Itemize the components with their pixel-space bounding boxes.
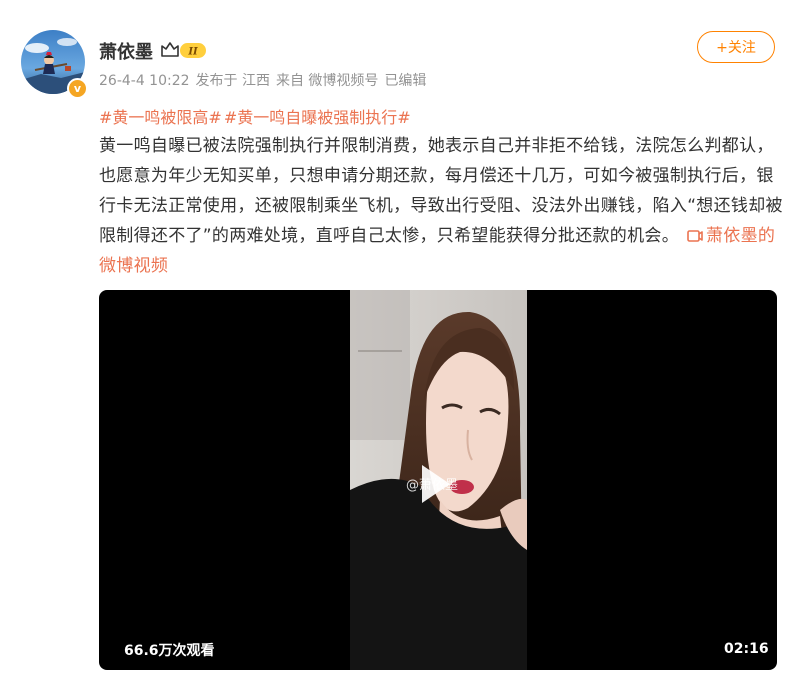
vip-crown-icon[interactable]: II <box>160 40 208 60</box>
view-count: 66.6万次观看 <box>124 643 215 659</box>
topic-tags: #黄一鸣被限高# #黄一鸣自曝被强制执行# <box>99 104 413 128</box>
vip-level-text: II <box>187 47 198 58</box>
video-duration: 02:16 <box>724 641 769 657</box>
video-watermark: @萧依墨 <box>406 478 459 493</box>
post-body: 黄一鸣自曝已被法院强制执行并限制消费，她表示自己并非拒不给钱，法院怎么判都认，也… <box>99 131 785 281</box>
follow-button[interactable]: +关注 <box>697 31 775 63</box>
post-text: 黄一鸣自曝已被法院强制执行并限制消费，她表示自己并非拒不给钱，法院怎么判都认，也… <box>99 136 783 246</box>
post-location: 发布于 江西 <box>195 73 270 89</box>
edited-label[interactable]: 已编辑 <box>384 73 426 89</box>
post-meta: 26-4-4 10:22 发布于 江西 来自 微博视频号 已编辑 <box>99 70 432 90</box>
weibo-post-card: v 萧依墨 II 26-4-4 10:22 发布于 江西 来自 微博视频号 已编辑 +… <box>0 0 796 694</box>
verified-v-icon: v <box>67 78 88 99</box>
post-source[interactable]: 来自 微博视频号 <box>276 73 378 89</box>
post-time[interactable]: 26-4-4 10:22 <box>99 73 190 89</box>
topic-link[interactable]: #黄一鸣被限高# <box>99 108 222 127</box>
author-name[interactable]: 萧依墨 <box>99 38 153 64</box>
topic-link[interactable]: #黄一鸣自曝被强制执行# <box>224 108 411 127</box>
video-link-icon <box>687 230 703 242</box>
